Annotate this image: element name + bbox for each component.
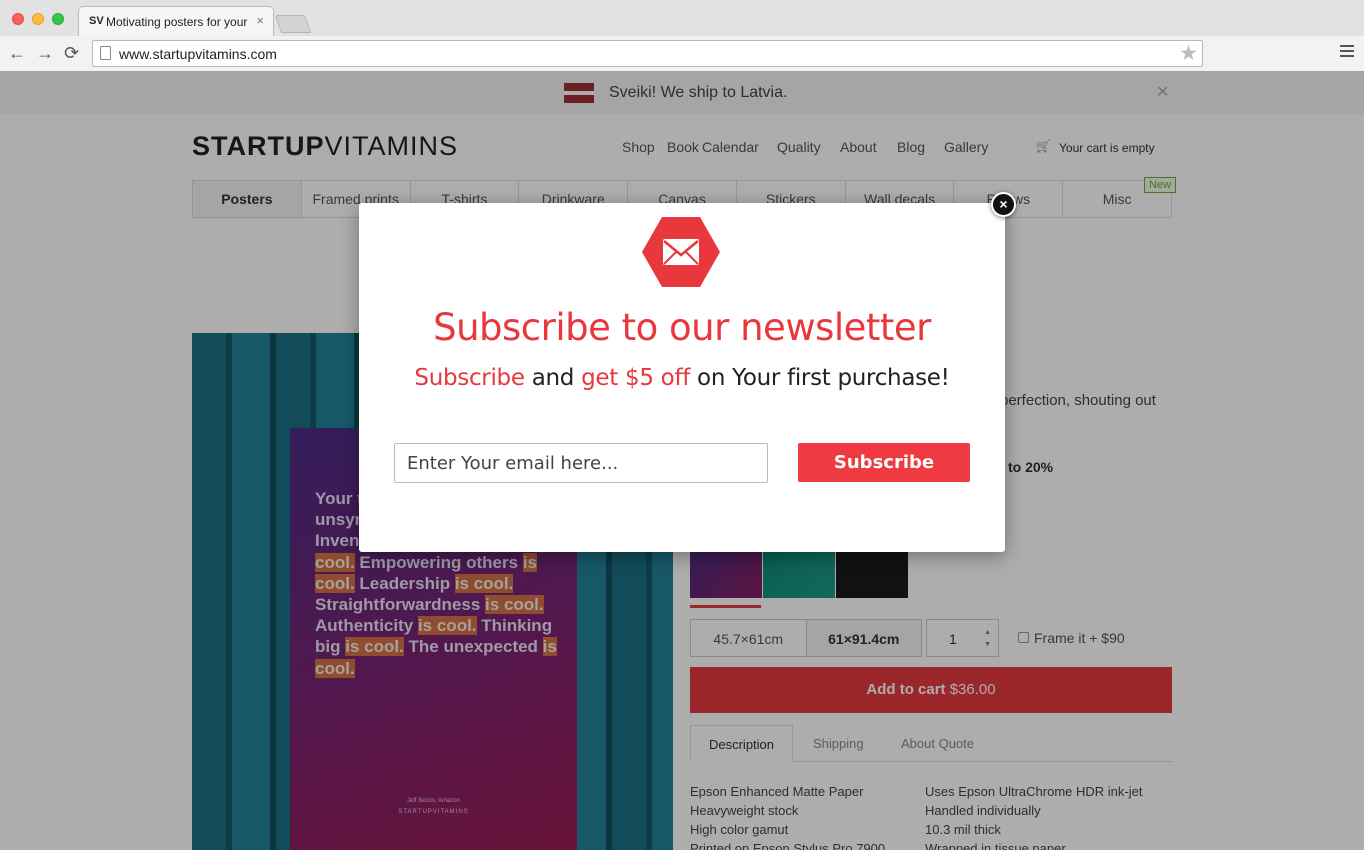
window-zoom-button[interactable] [52,13,64,25]
modal-title: Subscribe to our newsletter [433,306,931,349]
browser-toolbar: ← → ⟳ www.startupvitamins.com ★ [0,36,1364,71]
browser-chrome: SV Motivating posters for your × ← → ⟳ w… [0,0,1364,71]
browser-tab[interactable]: SV Motivating posters for your × [78,6,274,36]
envelope-icon [642,217,720,287]
address-bar[interactable]: www.startupvitamins.com ★ [92,40,1203,67]
tab-close-icon[interactable]: × [256,13,264,28]
newsletter-modal: Subscribe to our newsletter Subscribe an… [359,203,1005,552]
subtitle-end: on Your first purchase! [690,365,950,391]
forward-icon[interactable]: → [36,44,54,62]
favicon-icon: SV [89,15,104,27]
window-minimize-button[interactable] [32,13,44,25]
new-tab-button[interactable] [274,15,312,33]
tab-strip: SV Motivating posters for your × [0,0,1364,36]
page-icon [100,46,111,60]
window-close-button[interactable] [12,13,24,25]
bookmark-star-icon[interactable]: ★ [1179,41,1198,66]
url-text[interactable]: www.startupvitamins.com [119,46,277,62]
subtitle-offer: get $5 off [581,365,691,391]
email-input[interactable] [394,443,768,483]
subtitle-subscribe: Subscribe [414,365,525,391]
subscribe-button[interactable]: Subscribe [798,443,970,482]
subtitle-and: and [524,365,582,391]
tab-title: Motivating posters for your [106,15,248,29]
modal-subtitle: Subscribe and get $5 off on Your first p… [359,365,1005,391]
browser-menu-icon[interactable] [1340,45,1354,60]
close-icon[interactable]: × [991,192,1016,217]
reload-icon[interactable]: ⟳ [64,44,79,62]
back-icon[interactable]: ← [8,44,26,62]
